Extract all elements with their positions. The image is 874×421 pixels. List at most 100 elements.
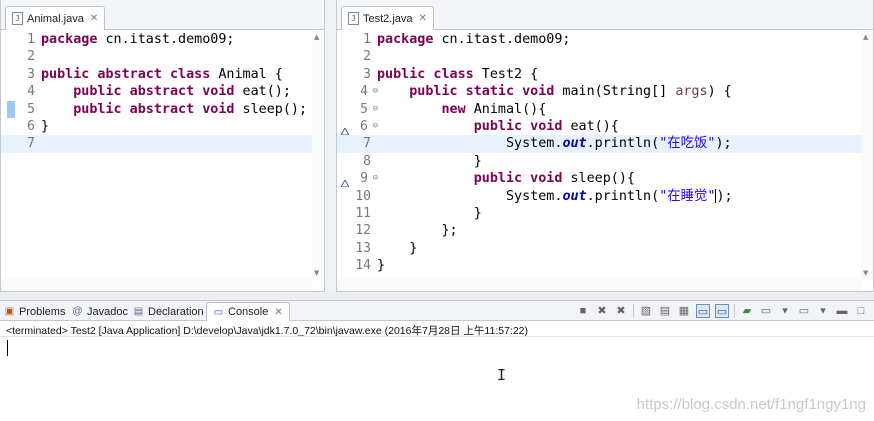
- java-file-icon: J: [348, 12, 359, 25]
- dropdown-icon[interactable]: ▾: [778, 304, 792, 318]
- close-icon[interactable]: ✕: [274, 307, 282, 318]
- tab-javadoc[interactable]: @ Javadoc: [72, 302, 128, 321]
- code-line[interactable]: 9 ⊖ public void sleep(){: [337, 170, 861, 188]
- code-line[interactable]: 6}: [1, 118, 312, 135]
- line-gutter[interactable]: 4 ⊖: [337, 83, 378, 100]
- vertical-scrollbar[interactable]: ▲ ▼: [312, 31, 324, 279]
- code-token: eat();: [234, 84, 291, 100]
- scroll-down-icon[interactable]: ▼: [314, 269, 319, 277]
- minimize-icon[interactable]: ▬: [835, 304, 849, 318]
- code-line[interactable]: 4 public abstract void eat();: [1, 83, 312, 100]
- code-line[interactable]: 4 ⊖ public static void main(String[] args…: [337, 83, 861, 100]
- code-token: }: [377, 206, 482, 221]
- code-line[interactable]: 8 }: [337, 153, 861, 170]
- code-token: public static void: [409, 84, 555, 100]
- code-token: );: [716, 188, 733, 204]
- code-token: "在吃饭": [659, 136, 716, 152]
- tab-label: Declaration: [148, 305, 204, 318]
- code-area[interactable]: 1 package cn.itast.demo09; 2 3 public class …: [337, 31, 873, 291]
- code-text: public static void main(String[] args) {: [377, 83, 732, 100]
- show-on-error-icon[interactable]: ▭: [715, 304, 729, 318]
- code-line[interactable]: 14}: [337, 257, 861, 274]
- tab-console[interactable]: ▭ Console ✕: [206, 302, 290, 321]
- line-gutter[interactable]: 6 ⊖: [337, 118, 378, 136]
- terminate-icon[interactable]: ■: [576, 304, 590, 318]
- line-gutter[interactable]: 8: [337, 153, 377, 170]
- tab-declaration[interactable]: ▤ Declaration: [133, 302, 204, 321]
- scroll-up-icon[interactable]: ▲: [863, 33, 868, 41]
- line-gutter[interactable]: 2: [1, 48, 41, 65]
- code-token: eat(){: [562, 119, 619, 134]
- line-gutter[interactable]: 3: [337, 66, 377, 83]
- clear-console-icon[interactable]: ▧: [639, 304, 653, 318]
- horizontal-scrollbar[interactable]: [337, 279, 861, 291]
- editor-divider[interactable]: [325, 0, 336, 292]
- show-on-output-icon[interactable]: ▭: [696, 304, 710, 318]
- new-console-icon[interactable]: ▭: [797, 304, 811, 318]
- close-icon[interactable]: ✕: [419, 13, 427, 24]
- editor-test2[interactable]: J Test2.java ✕ 1 package cn.itast.demo09;…: [336, 0, 874, 292]
- code-line[interactable]: 2: [337, 48, 861, 65]
- code-line[interactable]: 11 }: [337, 205, 861, 222]
- maximize-icon[interactable]: □: [854, 304, 868, 318]
- horizontal-scrollbar[interactable]: [1, 279, 312, 291]
- line-gutter[interactable]: 13: [337, 240, 377, 257]
- console-output[interactable]: I https://blog.csdn.net/f1ngf1ngy1ng: [0, 336, 874, 421]
- tab-problems[interactable]: ▣ Problems: [4, 302, 66, 321]
- panel-sash[interactable]: [0, 292, 874, 300]
- code-line[interactable]: 1 package cn.itast.demo09;: [337, 31, 861, 48]
- line-gutter[interactable]: 5: [1, 100, 41, 118]
- line-gutter[interactable]: 1: [337, 31, 377, 48]
- line-gutter[interactable]: 11: [337, 205, 377, 222]
- line-number: 2: [27, 49, 35, 65]
- code-line[interactable]: 7: [1, 135, 312, 153]
- word-wrap-icon[interactable]: ▦: [677, 304, 691, 318]
- tab-label: Problems: [19, 305, 66, 318]
- line-number: 10: [355, 188, 371, 204]
- scroll-lock-icon[interactable]: ▤: [658, 304, 672, 318]
- line-gutter[interactable]: 1: [1, 31, 41, 48]
- code-line[interactable]: 1 package cn.itast.demo09;: [1, 31, 312, 48]
- dropdown-icon[interactable]: ▾: [816, 304, 830, 318]
- console-icon: ▭: [213, 306, 224, 318]
- code-token: public void: [473, 119, 563, 134]
- tab-test2-java[interactable]: J Test2.java ✕: [341, 6, 434, 30]
- line-gutter[interactable]: 7: [337, 135, 377, 152]
- code-area[interactable]: 1 package cn.itast.demo09; 2 3 public abstra…: [1, 31, 324, 291]
- display-console-icon[interactable]: ▭: [759, 304, 773, 318]
- line-gutter[interactable]: 12: [337, 222, 377, 239]
- line-gutter[interactable]: 9 ⊖: [337, 170, 378, 188]
- toolbar-separator: [734, 304, 735, 318]
- code-line[interactable]: 5 public abstract void sleep();: [1, 100, 312, 118]
- line-gutter[interactable]: 4: [1, 83, 41, 100]
- scroll-down-icon[interactable]: ▼: [863, 269, 868, 277]
- code-line[interactable]: 3 public class Test2 {: [337, 66, 861, 83]
- pin-console-icon[interactable]: ▰: [740, 304, 754, 318]
- code-line[interactable]: 6 ⊖ public void eat(){: [337, 118, 861, 136]
- vertical-scrollbar[interactable]: ▲ ▼: [861, 31, 873, 279]
- remove-all-icon[interactable]: ✖: [614, 304, 628, 318]
- editor-animal[interactable]: J Animal.java ✕ 1 package cn.itast.demo09…: [0, 0, 325, 292]
- line-number: 4: [27, 84, 35, 100]
- code-line[interactable]: 2: [1, 48, 312, 65]
- code-line[interactable]: 10 System.out.println("在睡觉");: [337, 188, 861, 205]
- code-line[interactable]: 3 public abstract class Animal {: [1, 66, 312, 83]
- line-gutter[interactable]: 10: [337, 188, 377, 205]
- line-gutter[interactable]: 5 ⊖: [337, 101, 378, 118]
- line-gutter[interactable]: 14: [337, 257, 377, 274]
- code-line[interactable]: 5 ⊖ new Animal(){: [337, 101, 861, 118]
- code-line[interactable]: 7 System.out.println("在吃饭");: [337, 135, 861, 153]
- close-icon[interactable]: ✕: [90, 13, 98, 24]
- tab-animal-java[interactable]: J Animal.java ✕: [5, 6, 106, 30]
- line-gutter[interactable]: 6: [1, 118, 41, 135]
- line-gutter[interactable]: 2: [337, 48, 377, 65]
- code-text: public abstract void sleep();: [41, 101, 307, 118]
- line-gutter[interactable]: 3: [1, 66, 41, 83]
- code-token: System.: [377, 136, 563, 152]
- line-gutter[interactable]: 7: [1, 135, 41, 152]
- remove-launch-icon[interactable]: ✖: [595, 304, 609, 318]
- scroll-up-icon[interactable]: ▲: [314, 33, 319, 41]
- code-line[interactable]: 12 };: [337, 222, 861, 239]
- code-line[interactable]: 13 }: [337, 240, 861, 257]
